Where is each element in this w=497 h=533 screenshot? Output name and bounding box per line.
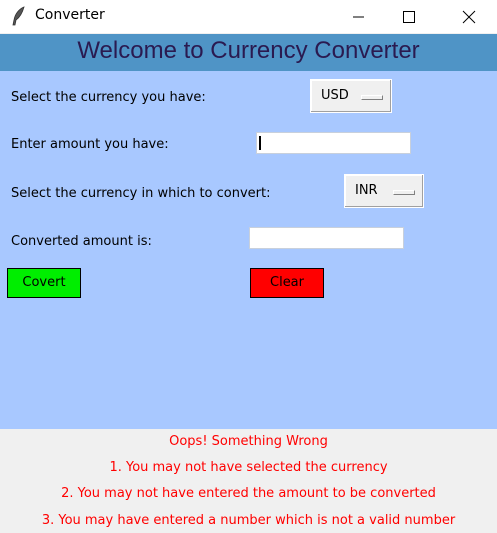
to-currency-select[interactable]: INR	[344, 174, 424, 208]
result-output[interactable]	[249, 227, 404, 249]
feather-icon	[10, 6, 28, 26]
window-title: Converter	[35, 7, 105, 23]
close-icon[interactable]	[446, 0, 492, 33]
main-panel: Welcome to Currency Converter Select the…	[0, 34, 497, 429]
to-currency-value: INR	[355, 183, 378, 198]
amount-input[interactable]	[256, 132, 411, 154]
error-line: 3. You may have entered a number which i…	[41, 513, 456, 528]
to-currency-label: Select the currency in which to convert:	[11, 186, 271, 201]
clear-button[interactable]: Clear	[250, 268, 324, 298]
convert-button[interactable]: Covert	[7, 268, 81, 298]
from-currency-label: Select the currency you have:	[11, 90, 206, 105]
error-title: Oops! Something Wrong	[169, 434, 328, 449]
dropdown-indicator-icon	[361, 95, 383, 100]
minimize-icon[interactable]	[336, 0, 382, 33]
from-currency-select[interactable]: USD	[310, 79, 392, 113]
from-currency-value: USD	[321, 88, 349, 103]
amount-label: Enter amount you have:	[11, 137, 169, 152]
dropdown-indicator-icon	[393, 190, 415, 195]
error-panel: Oops! Something Wrong 1. You may not hav…	[0, 429, 497, 533]
header-banner: Welcome to Currency Converter	[0, 34, 497, 71]
text-caret	[259, 136, 261, 150]
error-line: 2. You may not have entered the amount t…	[61, 486, 436, 501]
error-line: 1. You may not have selected the currenc…	[109, 460, 388, 475]
title-bar: Converter	[0, 0, 497, 33]
maximize-icon[interactable]	[386, 0, 432, 33]
result-label: Converted amount is:	[11, 234, 152, 249]
page-title: Welcome to Currency Converter	[77, 37, 420, 64]
